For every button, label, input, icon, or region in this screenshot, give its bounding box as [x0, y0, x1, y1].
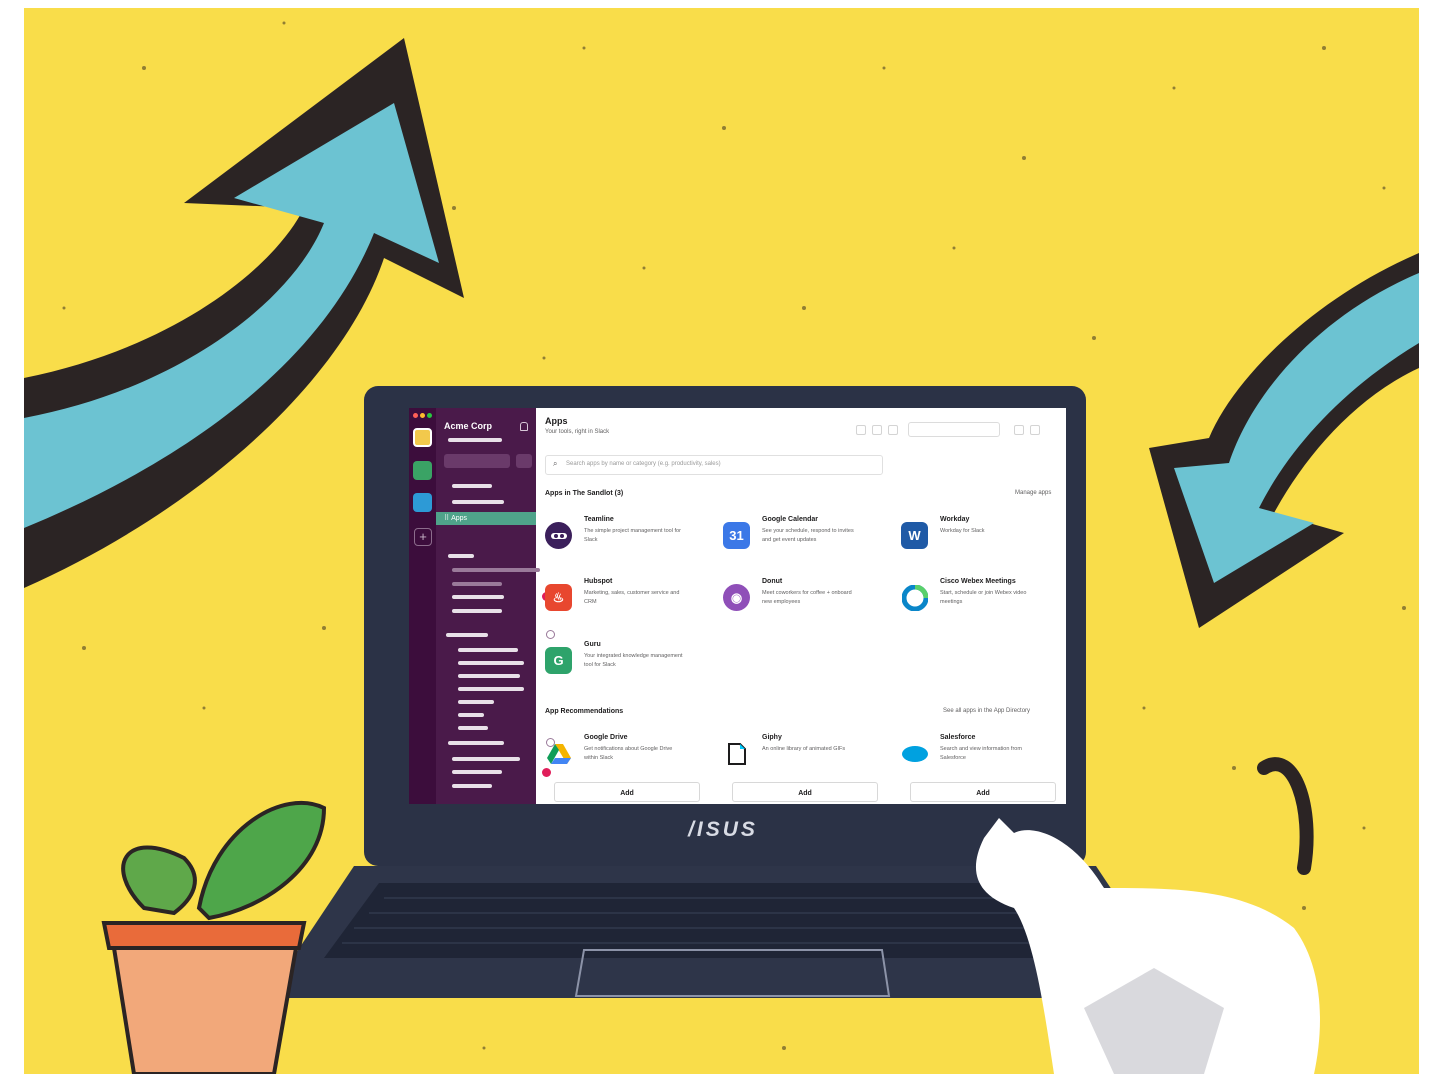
search-placeholder: Search apps by name or category (e.g. pr…	[566, 461, 721, 467]
app-description: Search and view information from Salesfo…	[940, 746, 1022, 761]
see-all-apps-link[interactable]: See all apps in the App Directory	[943, 708, 1030, 714]
workspace-icon-1[interactable]	[413, 428, 432, 447]
salesforce-icon	[901, 740, 928, 767]
channel-line[interactable]	[452, 568, 540, 572]
app-name: Google Drive	[584, 734, 628, 741]
plant-pot	[101, 801, 327, 1074]
app-name: Hubspot	[584, 578, 613, 585]
page-title: Apps	[545, 416, 568, 426]
section-header-line	[446, 633, 488, 637]
channel-sidebar: Acme Corp ⠿ Apps	[436, 408, 555, 804]
dm-line[interactable]	[452, 757, 520, 761]
recommended-app-card[interactable]: Salesforce Search and view information fr…	[892, 732, 1062, 782]
channel-line[interactable]	[458, 713, 484, 717]
channel-line[interactable]	[458, 648, 518, 652]
app-name: Guru	[584, 641, 601, 648]
app-name: Workday	[940, 516, 970, 523]
hubspot-icon: ♨	[545, 584, 572, 611]
page-subtitle: Your tools, right in Slack	[545, 429, 610, 435]
app-description: Get notifications about Google Drive wit…	[584, 746, 673, 761]
slack-window: + Acme Corp ⠿ Apps Apps Your tools, righ…	[409, 408, 1066, 804]
gear-icon[interactable]	[888, 425, 898, 435]
app-name: Google Calendar	[762, 516, 819, 523]
app-name: Teamline	[584, 516, 614, 523]
close-window-dot[interactable]	[413, 413, 418, 418]
app-description: Meet coworkers for coffee + onboard new …	[762, 590, 852, 605]
sidebar-item[interactable]	[452, 500, 504, 504]
app-description: Your integrated knowledge management too…	[584, 653, 683, 668]
add-app-button[interactable]: Add	[910, 782, 1056, 802]
calendar-icon: 31	[723, 522, 750, 549]
sidebar-item-apps[interactable]: ⠿ Apps	[436, 512, 536, 525]
workday-icon: W	[901, 522, 928, 549]
guru-icon: G	[545, 647, 572, 674]
app-description: Marketing, sales, customer service and C…	[584, 590, 680, 605]
channel-line[interactable]	[452, 595, 504, 599]
laptop-brand-logo: /ISUS	[688, 818, 758, 841]
channel-line[interactable]	[452, 582, 502, 586]
app-card[interactable]: ◉ Donut Meet coworkers for coffee + onboar…	[714, 576, 884, 626]
section-header-line	[448, 741, 504, 745]
team-name[interactable]: Acme Corp	[444, 421, 492, 431]
recommended-app-card[interactable]: Google Drive Get notifications about Goog…	[536, 732, 706, 782]
jump-to-input[interactable]	[444, 454, 510, 468]
sidebar-item[interactable]	[452, 484, 492, 488]
dm-line[interactable]	[452, 770, 502, 774]
mention-icon[interactable]	[1014, 425, 1024, 435]
minimize-window-dot[interactable]	[420, 413, 425, 418]
recommended-app-card[interactable]: Giphy An online library of animated GIFs	[714, 732, 884, 782]
search-icon: ⌕	[553, 459, 558, 468]
channel-line[interactable]	[458, 726, 488, 730]
app-name: Giphy	[762, 734, 782, 741]
giphy-icon	[723, 740, 750, 767]
phone-icon[interactable]	[856, 425, 866, 435]
apps-search-input[interactable]: ⌕ Search apps by name or category (e.g. …	[545, 455, 883, 475]
installed-section-title: Apps in The Sandlot (3)	[545, 490, 624, 497]
bell-icon[interactable]	[520, 422, 528, 431]
channel-line[interactable]	[458, 674, 520, 678]
workspace-icon-2[interactable]	[413, 461, 432, 480]
app-card[interactable]: W Workday Workday for Slack	[892, 514, 1062, 564]
app-name: Cisco Webex Meetings	[940, 578, 1016, 585]
app-card[interactable]: 31 Google Calendar See your schedule, resp…	[714, 514, 884, 564]
channel-line[interactable]	[458, 661, 524, 665]
add-app-button[interactable]: Add	[732, 782, 878, 802]
info-icon[interactable]	[872, 425, 882, 435]
app-card[interactable]: ♨ Hubspot Marketing, sales, customer servi…	[536, 576, 706, 626]
manage-apps-link[interactable]: Manage apps	[1015, 490, 1051, 496]
user-status-line	[448, 438, 502, 442]
app-description: Start, schedule or join Webex video meet…	[940, 590, 1027, 605]
add-workspace-button[interactable]: +	[414, 528, 432, 546]
webex-icon	[901, 584, 928, 611]
donut-icon: ◉	[723, 584, 750, 611]
google-drive-icon	[545, 740, 572, 767]
back-button[interactable]	[516, 454, 532, 468]
dm-line[interactable]	[452, 784, 492, 788]
app-card[interactable]: Cisco Webex Meetings Start, schedule or j…	[892, 576, 1062, 626]
recommendations-section-title: App Recommendations	[545, 708, 624, 715]
app-card[interactable]: Teamline The simple project management to…	[536, 514, 706, 564]
workspace-rail: +	[409, 408, 436, 804]
app-description: Workday for Slack	[940, 528, 985, 534]
photo-stage: + Acme Corp ⠿ Apps Apps Your tools, righ…	[0, 0, 1441, 1076]
app-card[interactable]: G Guru Your integrated knowledge managemen…	[536, 639, 706, 689]
header-search-input[interactable]	[908, 422, 1000, 437]
app-name: Salesforce	[940, 734, 976, 741]
arrow-down-left-icon	[1149, 253, 1419, 628]
section-header-line	[448, 554, 474, 558]
star-icon[interactable]	[1030, 425, 1040, 435]
workspace-icon-3[interactable]	[413, 493, 432, 512]
add-app-button[interactable]: Add	[554, 782, 700, 802]
channel-line[interactable]	[458, 687, 524, 691]
maximize-window-dot[interactable]	[427, 413, 432, 418]
channel-line[interactable]	[452, 609, 502, 613]
app-description: See your schedule, respond to invites an…	[762, 528, 854, 543]
teamline-icon	[545, 522, 572, 549]
app-name: Donut	[762, 578, 783, 585]
channel-line[interactable]	[458, 700, 494, 704]
app-description: An online library of animated GIFs	[762, 746, 846, 752]
app-description: The simple project management tool for S…	[584, 528, 681, 543]
apps-page: Apps Your tools, right in Slack ⌕ Search…	[536, 408, 1066, 804]
